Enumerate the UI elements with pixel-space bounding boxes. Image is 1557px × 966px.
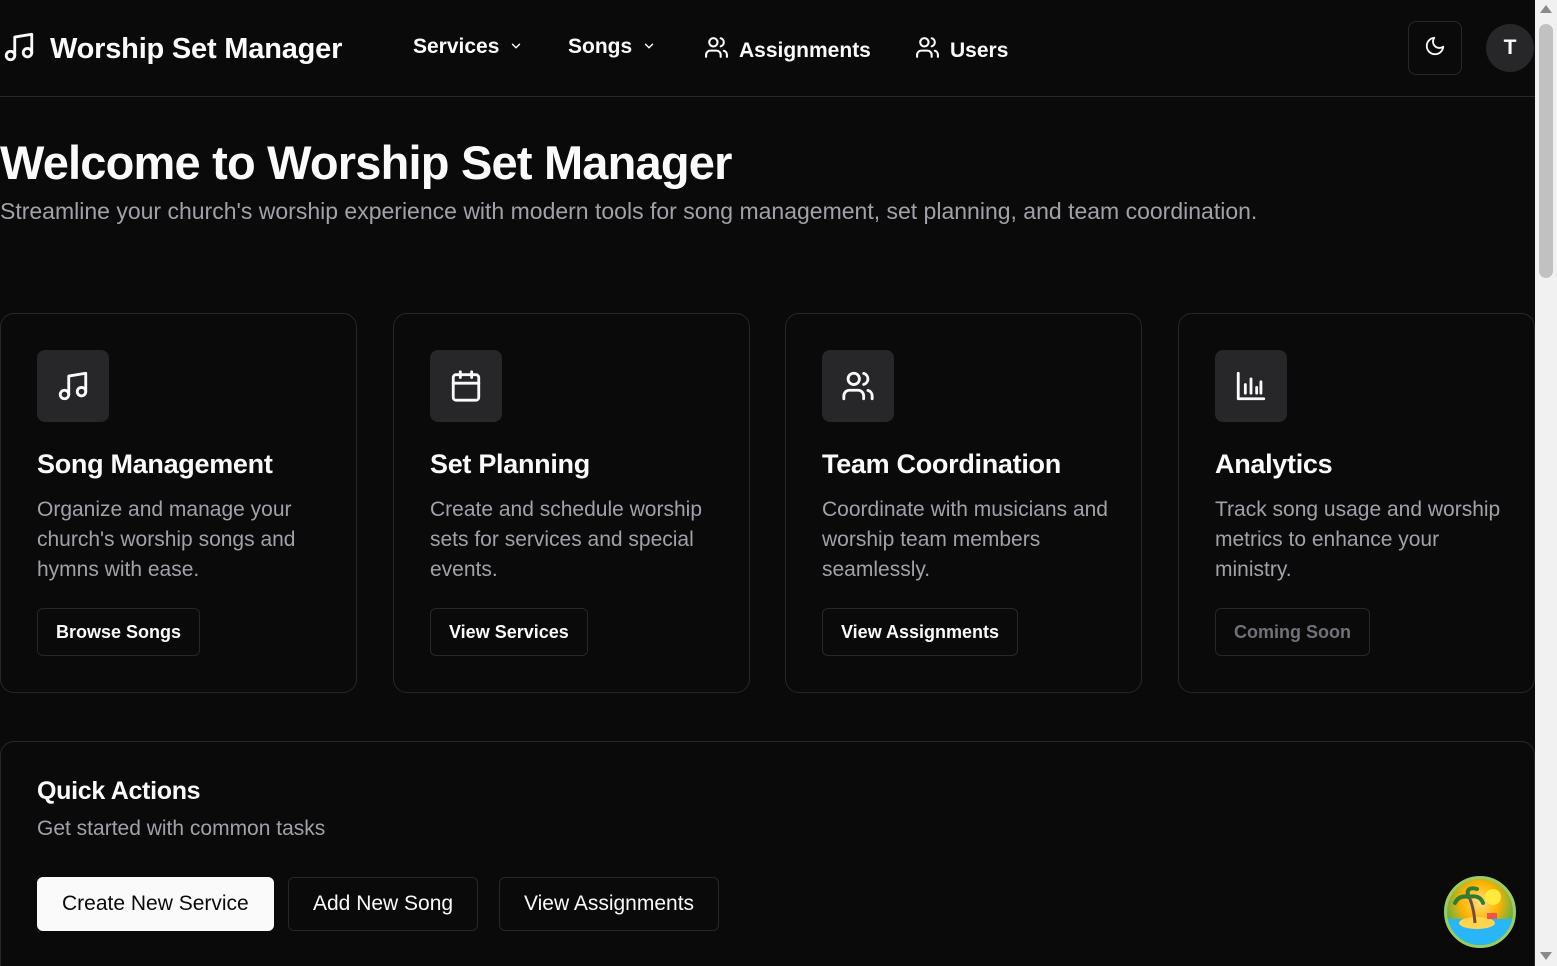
- coming-soon-button: Coming Soon: [1215, 608, 1370, 656]
- nav-services-dropdown[interactable]: Services: [413, 35, 523, 59]
- page-subtitle: Streamline your church's worship experie…: [0, 198, 1258, 224]
- beach-island-icon[interactable]: [1444, 876, 1516, 948]
- add-new-song-button[interactable]: Add New Song: [288, 877, 479, 931]
- bar-chart-icon: [1215, 350, 1287, 422]
- nav-users-label: Users: [950, 38, 1009, 62]
- user-avatar[interactable]: T: [1486, 24, 1534, 72]
- vertical-scrollbar[interactable]: [1535, 0, 1557, 966]
- create-new-service-button[interactable]: Create New Service: [37, 877, 274, 931]
- brand-link[interactable]: Worship Set Manager: [2, 30, 342, 69]
- chevron-down-icon: [509, 35, 523, 59]
- feature-card-description: Create and schedule worship sets for ser…: [430, 498, 702, 581]
- feature-card-title: Team Coordination: [822, 449, 1061, 479]
- app-title: Worship Set Manager: [50, 33, 343, 65]
- scrollbar-thumb[interactable]: [1539, 24, 1553, 278]
- feature-card-team-coordination: Team Coordination Coordinate with musici…: [785, 313, 1142, 693]
- feature-card-title: Analytics: [1215, 449, 1333, 479]
- browse-songs-button[interactable]: Browse Songs: [37, 608, 201, 656]
- feature-card-song-management: Song Management Organize and manage your…: [0, 313, 357, 693]
- nav-assignments-label: Assignments: [739, 38, 871, 62]
- view-assignments-quick-button[interactable]: View Assignments: [499, 877, 720, 931]
- chevron-down-icon: [642, 35, 656, 59]
- theme-toggle-button[interactable]: [1408, 21, 1462, 75]
- view-services-button[interactable]: View Services: [430, 608, 588, 656]
- quick-actions-panel: Quick Actions Get started with common ta…: [0, 741, 1535, 966]
- nav-songs-dropdown[interactable]: Songs: [568, 35, 656, 59]
- quick-actions-title: Quick Actions: [37, 777, 201, 805]
- music-note-icon: [2, 30, 36, 69]
- nav-songs-label: Songs: [568, 35, 633, 58]
- page: Worship Set Manager Services Songs Assig…: [0, 0, 1535, 966]
- page-title: Welcome to Worship Set Manager: [0, 136, 732, 189]
- calendar-icon: [430, 350, 502, 422]
- nav-users-link[interactable]: Users: [915, 35, 1008, 66]
- feature-card-set-planning: Set Planning Create and schedule worship…: [393, 313, 750, 693]
- feature-card-description: Track song usage and worship metrics to …: [1215, 498, 1501, 581]
- feature-card-description: Organize and manage your church's worshi…: [37, 498, 296, 581]
- music-note-icon: [37, 350, 109, 422]
- users-icon: [915, 35, 940, 66]
- users-icon: [704, 35, 729, 66]
- feature-card-title: Song Management: [37, 449, 273, 479]
- quick-actions-subtitle: Get started with common tasks: [37, 817, 326, 840]
- scroll-up-arrow-icon[interactable]: [1540, 5, 1552, 13]
- users-icon: [822, 350, 894, 422]
- view-assignments-button[interactable]: View Assignments: [822, 608, 1019, 656]
- scroll-down-arrow-icon[interactable]: [1540, 952, 1552, 960]
- nav-services-label: Services: [413, 35, 500, 58]
- feature-card-analytics: Analytics Track song usage and worship m…: [1178, 313, 1535, 693]
- feature-card-title: Set Planning: [430, 449, 590, 479]
- navbar: Worship Set Manager Services Songs Assig…: [0, 0, 1535, 97]
- moon-icon: [1424, 35, 1446, 62]
- nav-assignments-link[interactable]: Assignments: [704, 35, 871, 66]
- feature-card-description: Coordinate with musicians and worship te…: [822, 498, 1108, 581]
